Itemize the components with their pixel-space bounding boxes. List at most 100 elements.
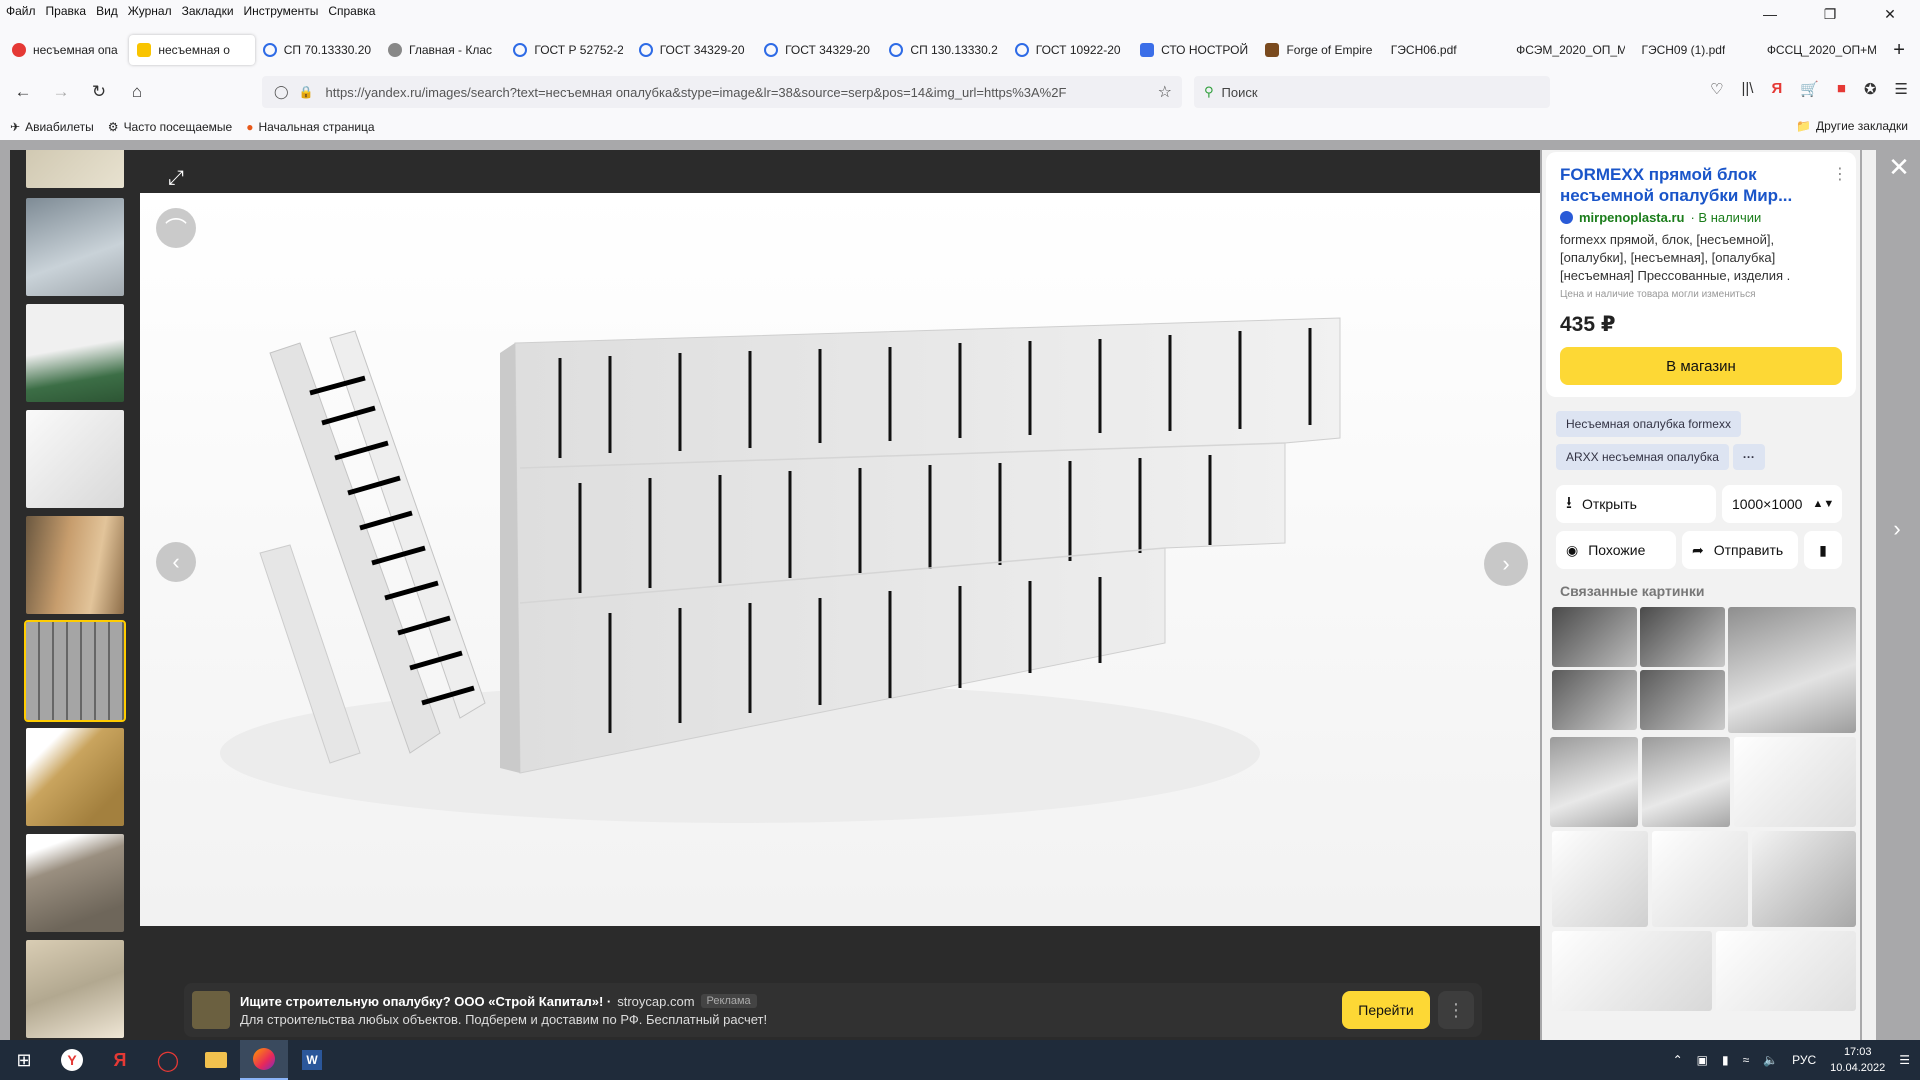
wifi-icon[interactable]: ≈: [1743, 1053, 1750, 1067]
thumbnail[interactable]: [26, 834, 124, 932]
related-image[interactable]: [1652, 831, 1748, 927]
related-image[interactable]: [1552, 607, 1637, 667]
product-title[interactable]: FORMEXX прямой блок несъемной опалубки М…: [1560, 164, 1842, 206]
forward-icon[interactable]: →: [46, 77, 76, 107]
reload-icon[interactable]: ↻: [84, 77, 114, 107]
new-tab-icon[interactable]: +: [1884, 35, 1914, 65]
ad-banner[interactable]: Ищите строительную опалубку? ООО «Строй …: [184, 983, 1482, 1037]
tab[interactable]: СП 130.13330.2: [881, 35, 1006, 65]
ad-domain[interactable]: stroycap.com: [617, 994, 694, 1009]
bookmark-start-page[interactable]: ● Начальная страница: [246, 120, 374, 134]
prev-image-icon[interactable]: ‹: [156, 542, 196, 582]
thumbnail[interactable]: [26, 150, 124, 188]
tab[interactable]: СТО НОСТРОЙ: [1132, 35, 1257, 65]
tab[interactable]: ГОСТ 34329-20: [631, 35, 756, 65]
menu-history[interactable]: Журнал: [128, 4, 172, 18]
tab-active[interactable]: несъемная о: [129, 35, 255, 65]
star-icon[interactable]: ☆: [1158, 82, 1172, 102]
language-indicator[interactable]: РУС: [1792, 1053, 1816, 1067]
url-text[interactable]: https://yandex.ru/images/search?text=нес…: [326, 85, 1116, 100]
panel-scrollbar[interactable]: [1862, 150, 1876, 1040]
close-window-icon[interactable]: ✕: [1860, 0, 1920, 28]
cart-icon[interactable]: 🛒: [1800, 80, 1819, 98]
back-icon[interactable]: ←: [8, 77, 38, 107]
tab[interactable]: Forge of Empire: [1257, 35, 1382, 65]
more-tags-icon[interactable]: ···: [1732, 444, 1765, 470]
file-explorer-icon[interactable]: [192, 1040, 240, 1080]
thumbnail[interactable]: [26, 410, 124, 508]
tab[interactable]: ГЭСН06.pdf: [1383, 35, 1508, 65]
product-site[interactable]: mirpenoplasta.ru: [1579, 210, 1684, 225]
size-select[interactable]: 1000×1000 ▲▼: [1722, 485, 1842, 523]
thumbnail[interactable]: [26, 198, 124, 296]
related-image[interactable]: [1552, 931, 1712, 1011]
tab[interactable]: несъемная опа: [4, 35, 129, 65]
pocket-icon[interactable]: ♡: [1710, 80, 1723, 98]
fullscreen-icon[interactable]: ⤢: [156, 158, 196, 198]
ad-more-icon[interactable]: ⋮: [1438, 991, 1474, 1029]
tab[interactable]: ГОСТ 10922-20: [1007, 35, 1132, 65]
thumbnail[interactable]: [26, 728, 124, 826]
tab[interactable]: Главная - Клас: [380, 35, 505, 65]
kebab-menu-icon[interactable]: ⋮: [1832, 164, 1848, 184]
library-icon[interactable]: ||\: [1741, 80, 1753, 98]
tab[interactable]: СП 70.13330.20: [255, 35, 380, 65]
yandex-icon[interactable]: Я: [96, 1040, 144, 1080]
menu-help[interactable]: Справка: [328, 4, 375, 18]
meet-now-icon[interactable]: ▣: [1697, 1053, 1708, 1067]
next-image-icon[interactable]: ›: [1484, 542, 1528, 586]
chevron-up-icon[interactable]: ⌃: [1673, 1053, 1683, 1067]
bookmark-button[interactable]: ▮: [1804, 531, 1842, 569]
related-image[interactable]: [1640, 607, 1725, 667]
menu-bookmarks[interactable]: Закладки: [182, 4, 234, 18]
crop-icon[interactable]: ⌒: [156, 208, 196, 248]
related-image[interactable]: [1716, 931, 1856, 1011]
share-button[interactable]: ➦ Отправить: [1682, 531, 1798, 569]
related-image[interactable]: [1734, 737, 1856, 827]
menu-edit[interactable]: Правка: [46, 4, 87, 18]
ad-title[interactable]: Ищите строительную опалубку? ООО «Строй …: [240, 994, 611, 1009]
clock[interactable]: 17:03 10.04.2022: [1830, 1044, 1885, 1076]
menu-view[interactable]: Вид: [96, 4, 118, 18]
hamburger-menu-icon[interactable]: ☰: [1895, 80, 1908, 98]
thumbnail[interactable]: [26, 516, 124, 614]
thumbnail[interactable]: [26, 940, 124, 1038]
tag-chip[interactable]: Несъемная опалубка formexx: [1556, 411, 1741, 437]
firefox-icon[interactable]: [240, 1040, 288, 1080]
close-viewer-icon[interactable]: ✕: [1882, 150, 1916, 184]
yandex-icon[interactable]: Я: [1771, 80, 1782, 98]
bookmark-aviabilety[interactable]: ✈ Авиабилеты: [10, 120, 94, 134]
home-icon[interactable]: ⌂: [122, 77, 152, 107]
related-image[interactable]: [1552, 831, 1648, 927]
lock-icon[interactable]: 🔒: [299, 85, 314, 99]
tab[interactable]: ГЭСН09 (1).pdf: [1633, 35, 1758, 65]
related-image[interactable]: [1642, 737, 1730, 827]
address-bar[interactable]: ◯ 🔒 https://yandex.ru/images/search?text…: [262, 76, 1182, 108]
shop-button[interactable]: В магазин: [1560, 347, 1842, 385]
menu-tools[interactable]: Инструменты: [244, 4, 319, 18]
windows-start-icon[interactable]: ⊞: [0, 1040, 48, 1080]
other-bookmarks[interactable]: 📁 Другие закладки: [1796, 119, 1908, 133]
side-next-icon[interactable]: ›: [1880, 512, 1914, 546]
ad-go-button[interactable]: Перейти: [1342, 991, 1430, 1029]
tab[interactable]: ФССЦ_2020_ОП+М: [1759, 35, 1884, 65]
search-input[interactable]: ⚲ Поиск: [1194, 76, 1550, 108]
bookmark-ext-icon[interactable]: ■: [1837, 80, 1846, 98]
open-button[interactable]: ⭳ Открыть: [1556, 485, 1716, 523]
related-image[interactable]: [1728, 607, 1856, 733]
shield-icon[interactable]: ◯: [274, 84, 289, 100]
tab[interactable]: ГОСТ 34329-20: [756, 35, 881, 65]
extension-icon[interactable]: ✪: [1864, 80, 1877, 98]
related-image[interactable]: [1640, 670, 1725, 730]
related-image[interactable]: [1752, 831, 1856, 927]
volume-icon[interactable]: 🔈: [1763, 1053, 1778, 1067]
tag-chip[interactable]: ARXX несъемная опалубка: [1556, 444, 1729, 470]
related-image[interactable]: [1552, 670, 1637, 730]
yandex-browser-icon[interactable]: Y: [48, 1040, 96, 1080]
bookmark-frequent[interactable]: ⚙ Часто посещаемые: [108, 120, 232, 134]
tab[interactable]: ФСЭМ_2020_ОП_М: [1508, 35, 1633, 65]
battery-icon[interactable]: ▮: [1722, 1053, 1729, 1067]
menu-file[interactable]: Файл: [6, 4, 36, 18]
word-icon[interactable]: W: [288, 1040, 336, 1080]
thumbnail[interactable]: [26, 304, 124, 402]
